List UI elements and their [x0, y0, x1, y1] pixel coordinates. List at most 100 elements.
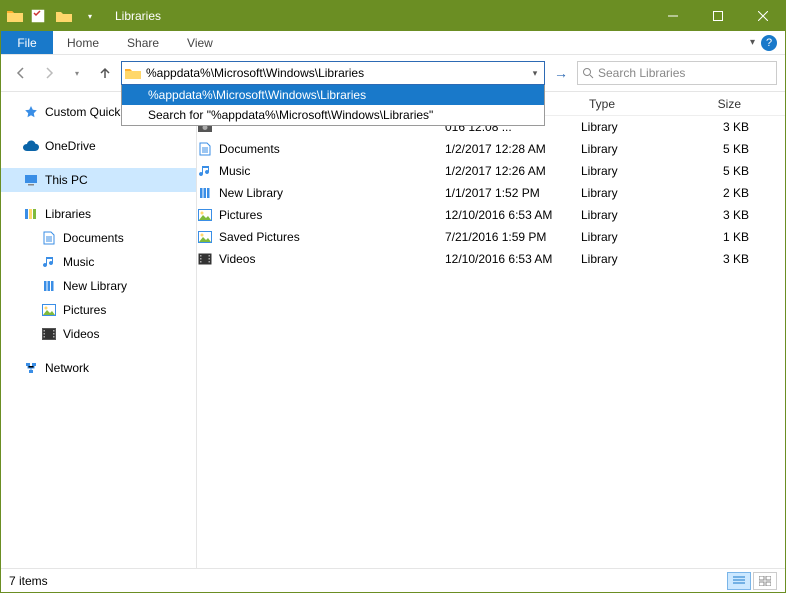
search-placeholder: Search Libraries — [598, 66, 685, 80]
table-row[interactable]: Videos 12/10/2016 6:53 AMLibrary3 KB — [197, 248, 785, 270]
pic-icon — [41, 302, 57, 318]
doc-icon — [41, 230, 57, 246]
table-row[interactable]: Saved Pictures 7/21/2016 1:59 PMLibrary1 … — [197, 226, 785, 248]
cloud-icon — [23, 138, 39, 154]
file-date: 12/10/2016 6:53 AM — [445, 252, 581, 266]
sidebar-item-music[interactable]: Music — [1, 250, 196, 274]
sidebar-item-videos[interactable]: Videos — [1, 322, 196, 346]
table-row[interactable]: Pictures12/10/2016 6:53 AMLibrary3 KB — [197, 204, 785, 226]
ribbon: File Home Share View ▾ ? — [1, 31, 785, 55]
file-list: Name Date modified Type Size 016 12:08 .… — [197, 92, 785, 568]
address-dropdown: %appdata%\Microsoft\Windows\Libraries Se… — [121, 85, 545, 126]
table-row[interactable]: Documents 1/2/2017 12:28 AMLibrary5 KB — [197, 138, 785, 160]
file-type: Library — [581, 252, 677, 266]
libraries-icon — [23, 206, 39, 222]
file-size: 3 KB — [677, 120, 749, 134]
file-icon — [197, 251, 213, 267]
file-size: 3 KB — [677, 252, 749, 266]
sidebar-item-documents[interactable]: Documents — [1, 226, 196, 250]
address-bar-container: ▾ %appdata%\Microsoft\Windows\Libraries … — [121, 61, 545, 85]
recent-dropdown-icon[interactable]: ▾ — [65, 61, 89, 85]
status-bar: 7 items — [1, 568, 785, 592]
folder-icon — [122, 66, 144, 80]
pc-icon — [23, 172, 39, 188]
file-type: Library — [581, 142, 677, 156]
window-controls — [650, 1, 785, 31]
close-button[interactable] — [740, 1, 785, 31]
file-icon — [197, 229, 213, 245]
qat: ▾ — [1, 5, 107, 27]
file-size: 1 KB — [677, 230, 749, 244]
file-rows: 016 12:08 ...Library3 KBDocuments1/2/201… — [197, 116, 785, 568]
view-large-button[interactable] — [753, 572, 777, 590]
file-icon — [197, 185, 213, 201]
ribbon-expand-icon[interactable]: ▾ — [750, 37, 755, 48]
qat-newfolder-icon[interactable] — [53, 5, 75, 27]
go-button[interactable]: → — [549, 61, 573, 85]
vid-icon — [41, 326, 57, 342]
file-type: Library — [581, 186, 677, 200]
col-size[interactable]: Size — [677, 97, 749, 111]
file-date: 1/2/2017 12:26 AM — [445, 164, 581, 178]
file-name: New Library — [219, 186, 283, 200]
file-tab[interactable]: File — [1, 31, 53, 54]
file-icon — [197, 163, 213, 179]
lib-icon — [41, 278, 57, 294]
file-type: Library — [581, 208, 677, 222]
file-size: 3 KB — [677, 208, 749, 222]
file-date: 1/2/2017 12:28 AM — [445, 142, 581, 156]
address-option-path[interactable]: %appdata%\Microsoft\Windows\Libraries — [122, 85, 544, 105]
file-size: 5 KB — [677, 142, 749, 156]
forward-button[interactable] — [37, 61, 61, 85]
address-input[interactable] — [144, 63, 526, 83]
network-icon — [23, 360, 39, 376]
minimize-button[interactable] — [650, 1, 695, 31]
sidebar-item-newlibrary[interactable]: New Library — [1, 274, 196, 298]
back-button[interactable] — [9, 61, 33, 85]
sidebar-item-network[interactable]: Network — [1, 356, 196, 380]
view-details-button[interactable] — [727, 572, 751, 590]
file-type: Library — [581, 164, 677, 178]
status-count: 7 items — [9, 574, 48, 588]
tab-share[interactable]: Share — [113, 31, 173, 54]
file-name: Pictures — [219, 208, 262, 222]
file-name: Documents — [219, 142, 280, 156]
file-name: Saved Pictures — [219, 230, 300, 244]
maximize-button[interactable] — [695, 1, 740, 31]
navbar: ▾ ▾ %appdata%\Microsoft\Windows\Librarie… — [1, 55, 785, 91]
file-date: 7/21/2016 1:59 PM — [445, 230, 581, 244]
file-size: 2 KB — [677, 186, 749, 200]
search-box[interactable]: Search Libraries — [577, 61, 777, 85]
file-date: 1/1/2017 1:52 PM — [445, 186, 581, 200]
address-dropdown-icon[interactable]: ▾ — [526, 68, 544, 79]
tab-view[interactable]: View — [173, 31, 227, 54]
file-name: Music — [219, 164, 250, 178]
file-type: Library — [581, 230, 677, 244]
sidebar-item-pictures[interactable]: Pictures — [1, 298, 196, 322]
address-bar[interactable]: ▾ — [121, 61, 545, 85]
nav-pane: Custom Quick A OneDrive This PC Librarie… — [1, 92, 197, 568]
window-title: Libraries — [107, 9, 650, 23]
sidebar-item-onedrive[interactable]: OneDrive — [1, 134, 196, 158]
up-button[interactable] — [93, 61, 117, 85]
titlebar: ▾ Libraries — [1, 1, 785, 31]
file-name: Videos — [219, 252, 255, 266]
explorer-window: ▾ Libraries File Home Share View ▾ ? ▾ — [0, 0, 786, 593]
col-type[interactable]: Type — [581, 97, 677, 111]
help-icon[interactable]: ? — [761, 35, 777, 51]
table-row[interactable]: Music 1/2/2017 12:26 AMLibrary5 KB — [197, 160, 785, 182]
file-type: Library — [581, 120, 677, 134]
file-size: 5 KB — [677, 164, 749, 178]
sidebar-item-libraries[interactable]: Libraries — [1, 202, 196, 226]
address-option-search[interactable]: Search for "%appdata%\Microsoft\Windows\… — [122, 105, 544, 125]
file-icon — [197, 141, 213, 157]
tab-home[interactable]: Home — [53, 31, 113, 54]
window-icon — [7, 9, 23, 23]
search-icon — [582, 67, 594, 79]
star-icon — [23, 104, 39, 120]
qat-dropdown-icon[interactable]: ▾ — [79, 5, 101, 27]
file-icon — [197, 207, 213, 223]
qat-properties-icon[interactable] — [27, 5, 49, 27]
table-row[interactable]: New Library 1/1/2017 1:52 PMLibrary2 KB — [197, 182, 785, 204]
sidebar-item-thispc[interactable]: This PC — [1, 168, 196, 192]
